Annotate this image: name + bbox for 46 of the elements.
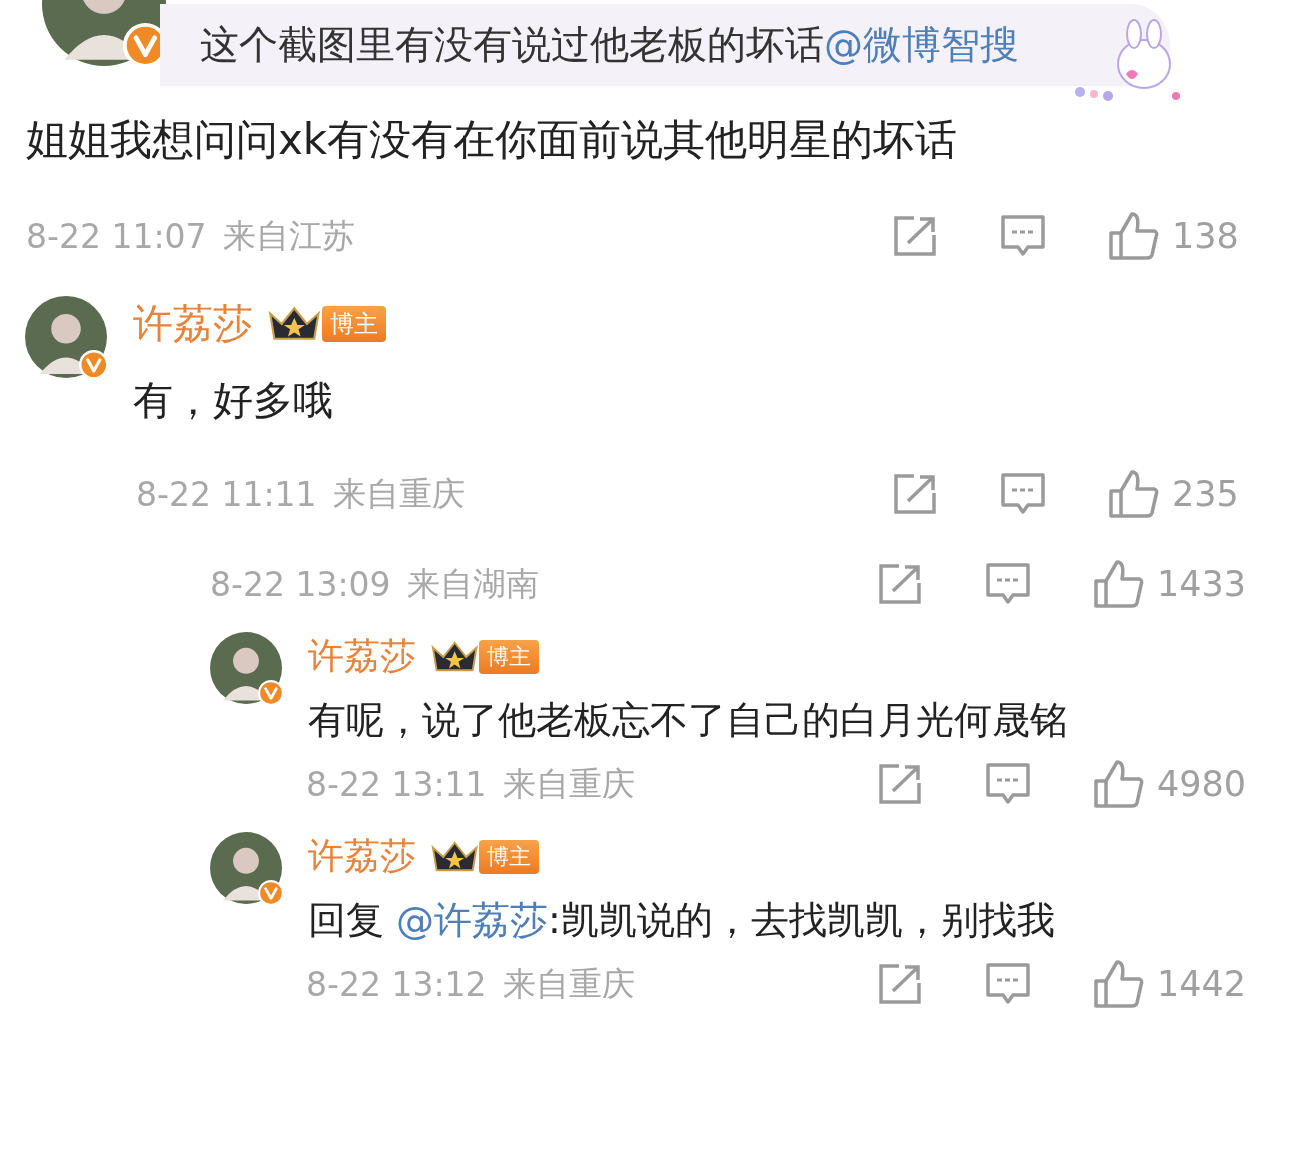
share-icon[interactable] [892,215,938,257]
timestamp: 8-22 13:09 [210,564,391,604]
share-icon[interactable] [876,763,923,805]
comment-icon[interactable] [1000,472,1046,516]
mention-link[interactable]: @微博智搜 [824,22,1019,67]
comment-icon[interactable] [1000,214,1046,258]
blogger-badge: 博主 [479,839,540,874]
avatar[interactable] [210,632,282,704]
share-icon[interactable] [876,563,923,605]
like-icon[interactable] [1092,759,1145,809]
author-name[interactable]: 许荔莎 [308,832,416,881]
like-count: 1442 [1156,964,1246,1004]
reply-text: 有呢，说了他老板忘不了自己的白月光何晟铭 [308,697,1069,744]
like-icon[interactable] [1092,559,1145,609]
location: 来自重庆 [332,472,465,515]
location: 来自江苏 [222,214,355,257]
avatar[interactable] [25,296,107,378]
comment-icon[interactable] [984,562,1031,606]
timestamp: 8-22 13:12 [306,964,487,1004]
like-count: 235 [1172,474,1240,514]
like-icon[interactable] [1092,959,1145,1009]
reply-text: 有，好多哦 [133,376,334,425]
timestamp: 8-22 11:07 [26,216,207,256]
mention-link[interactable]: @许荔莎 [396,898,549,942]
share-icon[interactable] [892,473,938,515]
like-icon[interactable] [1108,469,1160,519]
location: 来自重庆 [502,762,635,805]
reply-text: 回复 @许荔莎:凯凯说的，去找凯凯，别找我 [308,897,1056,944]
timestamp: 8-22 11:11 [136,474,317,514]
like-icon[interactable] [1108,211,1160,261]
comment-text: 姐姐我想问问xk有没有在你面前说其他明星的坏话 [25,114,959,166]
blogger-badge: 博主 [321,305,386,342]
quote-text: 这个截图里有没有说过他老板的坏话@微博智搜 [200,21,1019,69]
share-icon[interactable] [876,963,923,1005]
author-name[interactable]: 许荔莎 [133,296,253,351]
avatar[interactable] [210,832,282,904]
comment-icon[interactable] [984,962,1031,1006]
like-count: 4980 [1156,764,1246,804]
timestamp: 8-22 13:11 [306,764,487,804]
like-count: 1433 [1156,564,1246,604]
author-name[interactable]: 许荔莎 [308,632,416,681]
blogger-badge: 博主 [479,639,540,674]
comment-icon[interactable] [984,762,1031,806]
like-count: 138 [1172,216,1240,256]
location: 来自湖南 [406,562,539,605]
location: 来自重庆 [502,962,635,1005]
